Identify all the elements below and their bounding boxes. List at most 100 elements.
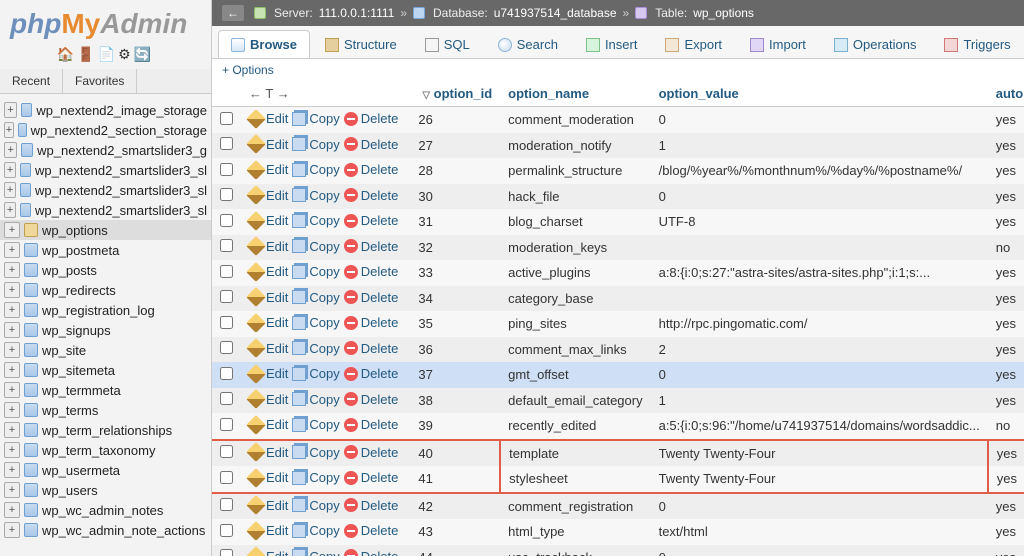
row-checkbox[interactable] xyxy=(220,265,233,278)
home-icon[interactable]: 🏠 xyxy=(57,46,77,62)
delete-button[interactable]: Delete xyxy=(344,137,399,152)
copy-button[interactable]: Copy xyxy=(292,523,339,538)
row-checkbox[interactable] xyxy=(220,239,233,252)
expand-icon[interactable]: + xyxy=(4,522,20,538)
expand-icon[interactable]: + xyxy=(4,202,16,218)
copy-button[interactable]: Copy xyxy=(292,341,339,356)
header-row-controls[interactable]: ← T → xyxy=(249,86,290,101)
edit-button[interactable]: Edit xyxy=(249,162,288,177)
delete-button[interactable]: Delete xyxy=(344,315,399,330)
copy-button[interactable]: Copy xyxy=(292,470,339,485)
expand-icon[interactable]: + xyxy=(4,262,20,278)
edit-button[interactable]: Edit xyxy=(249,239,288,254)
row-checkbox[interactable] xyxy=(220,316,233,329)
table-row[interactable]: EditCopyDelete40templateTwenty Twenty-Fo… xyxy=(212,440,1024,467)
tree-item-wp_nextend2_image_storage[interactable]: +wp_nextend2_image_storage xyxy=(0,100,211,120)
copy-button[interactable]: Copy xyxy=(292,498,339,513)
tree-item-wp_nextend2_smartslider3_sl[interactable]: +wp_nextend2_smartslider3_sl xyxy=(0,180,211,200)
copy-button[interactable]: Copy xyxy=(292,213,339,228)
expand-icon[interactable]: + xyxy=(4,442,20,458)
delete-button[interactable]: Delete xyxy=(344,523,399,538)
delete-button[interactable]: Delete xyxy=(344,417,399,432)
copy-button[interactable]: Copy xyxy=(292,290,339,305)
tree-item-wp_nextend2_smartslider3_sl[interactable]: +wp_nextend2_smartslider3_sl xyxy=(0,160,211,180)
table-row[interactable]: EditCopyDelete33active_pluginsa:8:{i:0;s… xyxy=(212,260,1024,286)
edit-button[interactable]: Edit xyxy=(249,498,288,513)
logo[interactable]: phpMyAdmin xyxy=(0,0,211,44)
tree-item-wp_wc_admin_notes[interactable]: +wp_wc_admin_notes xyxy=(0,500,211,520)
table-row[interactable]: EditCopyDelete44use_trackback0yes xyxy=(212,545,1024,556)
bc-table-link[interactable]: wp_options xyxy=(693,6,754,20)
edit-button[interactable]: Edit xyxy=(249,366,288,381)
copy-button[interactable]: Copy xyxy=(292,188,339,203)
settings-icon[interactable]: ⚙ xyxy=(118,46,134,62)
copy-button[interactable]: Copy xyxy=(292,549,339,556)
tree-item-wp_nextend2_smartslider3_sl[interactable]: +wp_nextend2_smartslider3_sl xyxy=(0,200,211,220)
nav-toggle-icon[interactable]: ← xyxy=(222,5,244,21)
delete-button[interactable]: Delete xyxy=(344,470,399,485)
copy-button[interactable]: Copy xyxy=(292,392,339,407)
expand-icon[interactable]: + xyxy=(4,422,20,438)
tab-sql[interactable]: SQL xyxy=(412,30,483,58)
row-checkbox[interactable] xyxy=(220,188,233,201)
docs-icon[interactable]: 📄 xyxy=(98,46,118,62)
row-checkbox[interactable] xyxy=(220,214,233,227)
edit-button[interactable]: Edit xyxy=(249,417,288,432)
tree-item-wp_nextend2_smartslider3_g[interactable]: +wp_nextend2_smartslider3_g xyxy=(0,140,211,160)
tree-item-wp_nextend2_section_storage[interactable]: +wp_nextend2_section_storage xyxy=(0,120,211,140)
copy-button[interactable]: Copy xyxy=(292,417,339,432)
tree-item-wp_terms[interactable]: +wp_terms xyxy=(0,400,211,420)
col-option-name[interactable]: option_name xyxy=(500,81,650,107)
table-row[interactable]: EditCopyDelete42comment_registration0yes xyxy=(212,493,1024,520)
expand-icon[interactable]: + xyxy=(4,122,14,138)
row-checkbox[interactable] xyxy=(220,367,233,380)
copy-button[interactable]: Copy xyxy=(292,315,339,330)
table-row[interactable]: EditCopyDelete32moderation_keysno xyxy=(212,235,1024,261)
tab-insert[interactable]: Insert xyxy=(573,30,651,58)
tab-triggers[interactable]: Triggers xyxy=(931,30,1023,58)
edit-button[interactable]: Edit xyxy=(249,341,288,356)
expand-icon[interactable]: + xyxy=(4,142,17,158)
row-checkbox[interactable] xyxy=(220,524,233,537)
row-checkbox[interactable] xyxy=(220,137,233,150)
expand-icon[interactable]: + xyxy=(4,182,16,198)
tab-search[interactable]: Search xyxy=(485,30,571,58)
copy-button[interactable]: Copy xyxy=(292,137,339,152)
delete-button[interactable]: Delete xyxy=(344,188,399,203)
delete-button[interactable]: Delete xyxy=(344,213,399,228)
expand-icon[interactable]: + xyxy=(4,322,20,338)
expand-icon[interactable]: + xyxy=(4,222,20,238)
table-row[interactable]: EditCopyDelete39recently_editeda:5:{i:0;… xyxy=(212,413,1024,440)
row-checkbox[interactable] xyxy=(220,498,233,511)
row-checkbox[interactable] xyxy=(220,445,233,458)
table-row[interactable]: EditCopyDelete28permalink_structure/blog… xyxy=(212,158,1024,184)
edit-button[interactable]: Edit xyxy=(249,111,288,126)
edit-button[interactable]: Edit xyxy=(249,470,288,485)
row-checkbox[interactable] xyxy=(220,163,233,176)
delete-button[interactable]: Delete xyxy=(344,290,399,305)
tree-item-wp_postmeta[interactable]: +wp_postmeta xyxy=(0,240,211,260)
expand-icon[interactable]: + xyxy=(4,302,20,318)
edit-button[interactable]: Edit xyxy=(249,445,288,460)
table-row[interactable]: EditCopyDelete34category_baseyes xyxy=(212,286,1024,312)
table-row[interactable]: EditCopyDelete36comment_max_links2yes xyxy=(212,337,1024,363)
table-row[interactable]: EditCopyDelete37gmt_offset0yes xyxy=(212,362,1024,388)
expand-icon[interactable]: + xyxy=(4,382,20,398)
delete-button[interactable]: Delete xyxy=(344,549,399,556)
table-row[interactable]: EditCopyDelete30hack_file0yes xyxy=(212,184,1024,210)
table-row[interactable]: EditCopyDelete38default_email_category1y… xyxy=(212,388,1024,414)
expand-icon[interactable]: + xyxy=(4,362,20,378)
edit-button[interactable]: Edit xyxy=(249,523,288,538)
table-row[interactable]: EditCopyDelete35ping_siteshttp://rpc.pin… xyxy=(212,311,1024,337)
table-row[interactable]: EditCopyDelete26comment_moderation0yes xyxy=(212,107,1024,133)
tree-item-wp_usermeta[interactable]: +wp_usermeta xyxy=(0,460,211,480)
bc-server-link[interactable]: 111.0.0.1:1111 xyxy=(319,6,395,20)
expand-icon[interactable]: + xyxy=(4,462,20,478)
row-checkbox[interactable] xyxy=(220,392,233,405)
copy-button[interactable]: Copy xyxy=(292,445,339,460)
sidebar-tab-favorites[interactable]: Favorites xyxy=(63,69,137,93)
table-row[interactable]: EditCopyDelete41stylesheetTwenty Twenty-… xyxy=(212,466,1024,493)
edit-button[interactable]: Edit xyxy=(249,315,288,330)
tab-operations[interactable]: Operations xyxy=(821,30,930,58)
tree-item-wp_registration_log[interactable]: +wp_registration_log xyxy=(0,300,211,320)
